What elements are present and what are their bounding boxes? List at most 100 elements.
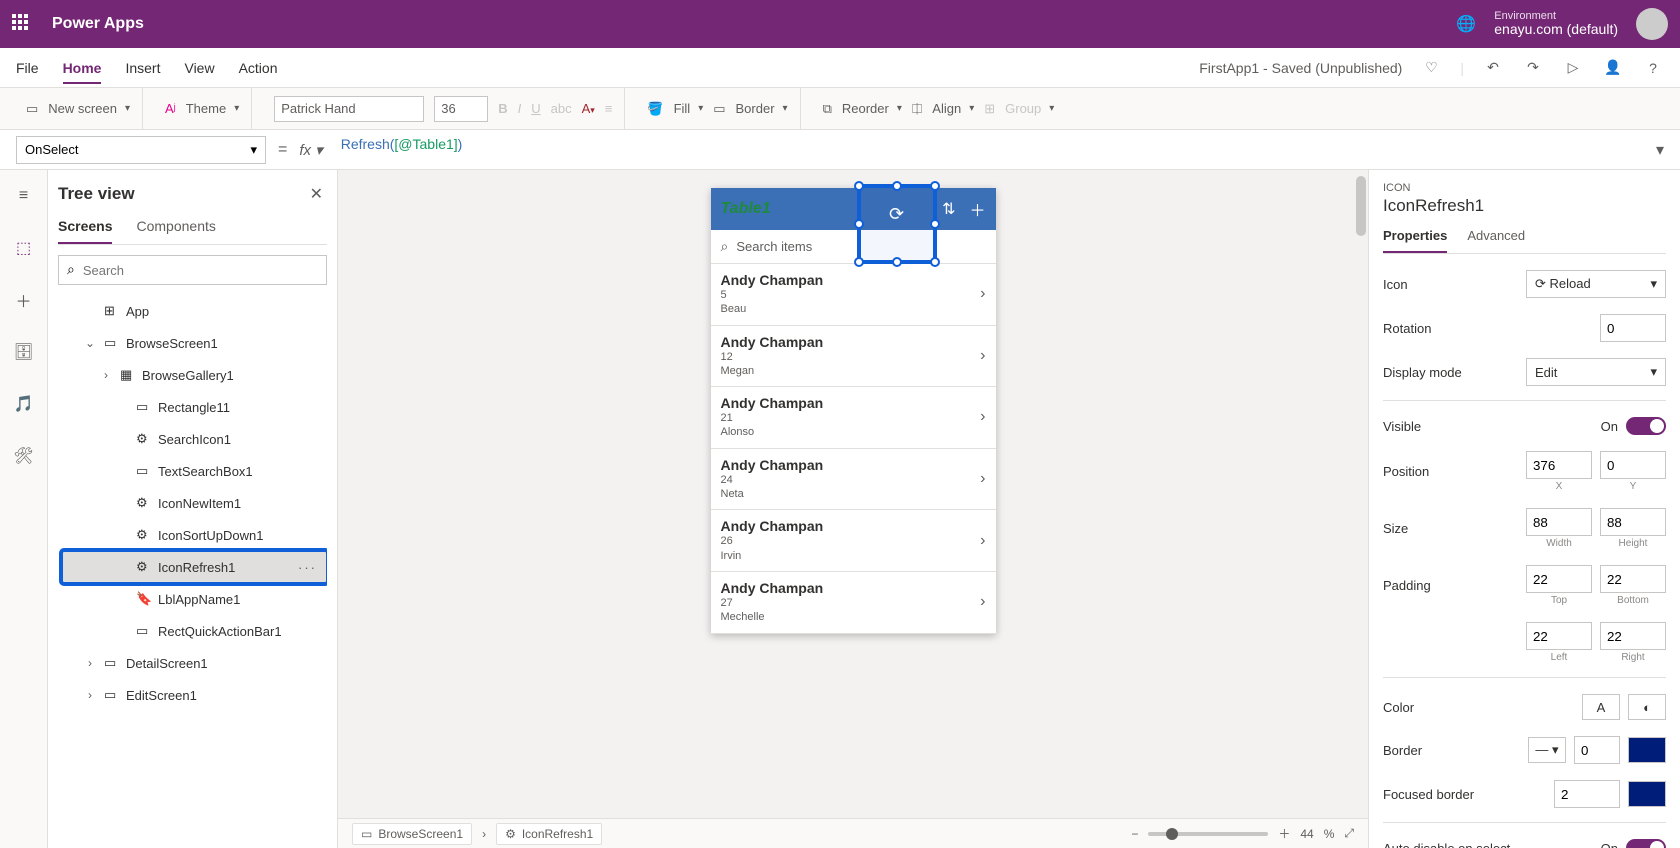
props-tab-properties[interactable]: Properties [1383,228,1447,253]
chevron-right-icon[interactable]: › [980,408,985,426]
menu-view[interactable]: View [184,60,214,76]
tree-item-more-icon[interactable]: ··· [298,560,317,575]
undo-icon[interactable]: ↶ [1482,57,1504,79]
fill-button[interactable]: Fill [674,101,704,116]
prop-pos-x[interactable] [1526,451,1592,479]
prop-border-color[interactable] [1628,737,1666,763]
breadcrumb-control[interactable]: ⚙ IconRefresh1 [496,823,602,845]
tree-item[interactable]: ⚙SearchIcon1 [62,423,327,455]
italic-button[interactable]: I [518,101,522,116]
tree-item[interactable]: ⚙IconRefresh1··· [62,551,327,583]
header-sort-icon[interactable]: ⇅ [942,199,955,219]
align-button[interactable]: Align [932,101,974,116]
prop-size-h[interactable] [1600,508,1666,536]
font-size-input[interactable] [434,96,488,122]
gallery-item[interactable]: Andy Champan5Beau› [711,264,996,326]
prop-pad-bottom[interactable] [1600,565,1666,593]
chevron-right-icon[interactable]: › [980,347,985,365]
expand-closed-icon[interactable]: › [98,367,114,383]
tree-item[interactable]: ⚙IconSortUpDown1 [62,519,327,551]
tree-item[interactable]: ›▭DetailScreen1 [62,647,327,679]
chevron-right-icon[interactable]: › [980,470,985,488]
tree-item[interactable]: ▭TextSearchBox1 [62,455,327,487]
rail-insert-icon[interactable]: ＋ [12,288,36,312]
chevron-right-icon[interactable]: › [980,593,985,611]
fx-icon[interactable]: fx ▾ [299,141,322,159]
gallery-item[interactable]: Andy Champan24Neta› [711,449,996,511]
prop-display-select[interactable]: Edit▾ [1526,358,1666,386]
environment-name[interactable]: enayu.com (default) [1494,22,1618,37]
refresh-icon[interactable]: ⟳ [889,204,904,225]
prop-icon-select[interactable]: ⟳ Reload▾ [1526,270,1666,298]
gallery-item[interactable]: Andy Champan21Alonso› [711,387,996,449]
menu-insert[interactable]: Insert [125,60,160,76]
fit-icon[interactable]: ⤢ [1344,826,1354,841]
prop-pad-right[interactable] [1600,622,1666,650]
tree-tab-screens[interactable]: Screens [58,218,112,244]
app-checker-icon[interactable]: ♡ [1420,57,1442,79]
tree-item[interactable]: ▭Rectangle11 [62,391,327,423]
zoom-in-icon[interactable]: ＋ [1278,825,1290,842]
border-button[interactable]: Border [736,101,788,116]
prop-pos-y[interactable] [1600,451,1666,479]
selection-handles[interactable]: ⟳ [857,184,937,264]
property-dropdown[interactable]: OnSelect ▾ [16,136,266,164]
formula-input[interactable]: Refresh([@Table1]) [341,136,1644,164]
rail-tools-icon[interactable]: 🛠 [12,444,36,468]
tree-item[interactable]: 🔖LblAppName1 [62,583,327,615]
help-icon[interactable]: ? [1642,57,1664,79]
tree-item[interactable]: ⊞App [62,295,327,327]
tree-item[interactable]: ▭RectQuickActionBar1 [62,615,327,647]
menu-file[interactable]: File [16,60,39,76]
rail-hamburger-icon[interactable]: ≡ [12,184,36,208]
props-tab-advanced[interactable]: Advanced [1467,228,1525,253]
gallery-item[interactable]: Andy Champan26Irvin› [711,510,996,572]
text-align-button[interactable]: ≡ [605,101,613,116]
font-color-button[interactable]: A▾ [582,101,595,116]
prop-rotation-input[interactable] [1600,314,1666,342]
prop-focused-color[interactable] [1628,781,1666,807]
prop-color-picker[interactable]: ◐ [1628,694,1666,720]
play-icon[interactable]: ▷ [1562,57,1584,79]
prop-pad-left[interactable] [1526,622,1592,650]
rail-treeview-icon[interactable]: ⬚ [12,236,36,260]
gallery-item[interactable]: Andy Champan12Megan› [711,326,996,388]
user-avatar[interactable] [1636,8,1668,40]
tree-item[interactable]: ⚙IconNewItem1 [62,487,327,519]
theme-button[interactable]: Theme [186,101,240,116]
prop-border-style[interactable]: — ▾ [1528,737,1566,763]
group-button[interactable]: Group [1005,101,1054,116]
underline-button[interactable]: U [531,101,540,116]
rail-media-icon[interactable]: 🎵 [12,392,36,416]
canvas[interactable]: ⟳ Table1 ⇅ ＋ Search items Andy Champan5B… [338,170,1368,848]
tree-tab-components[interactable]: Components [136,218,215,244]
zoom-slider[interactable] [1148,832,1268,836]
font-name-input[interactable] [274,96,424,122]
tree-item[interactable]: ⌄▭BrowseScreen1 [62,327,327,359]
header-add-icon[interactable]: ＋ [969,197,985,221]
gallery-item[interactable]: Andy Champan27Mechelle› [711,572,996,634]
redo-icon[interactable]: ↷ [1522,57,1544,79]
zoom-out-icon[interactable]: − [1131,827,1138,841]
reorder-button[interactable]: Reorder [842,101,902,116]
breadcrumb-screen[interactable]: ▭ BrowseScreen1 [352,823,472,845]
new-screen-button[interactable]: New screen [48,101,130,116]
strike-button[interactable]: abc [551,101,572,116]
share-icon[interactable]: 👤 [1602,57,1624,79]
formula-expand-icon[interactable]: ▾ [1656,140,1664,160]
expand-closed-icon[interactable]: › [82,687,98,703]
menu-home[interactable]: Home [63,60,102,84]
prop-autodisable-toggle[interactable] [1626,839,1666,848]
rail-data-icon[interactable]: 🗄 [12,340,36,364]
prop-focused-width[interactable] [1554,780,1620,808]
canvas-scrollbar[interactable] [1354,170,1368,818]
tree-item[interactable]: ›▭EditScreen1 [62,679,327,711]
app-launcher-icon[interactable] [12,14,32,34]
tree-search-input[interactable] [83,263,318,278]
prop-pad-top[interactable] [1526,565,1592,593]
app-search-row[interactable]: Search items [711,230,996,264]
prop-border-width[interactable] [1574,736,1620,764]
bold-button[interactable]: B [498,101,507,116]
prop-visible-toggle[interactable] [1626,417,1666,435]
prop-color-text[interactable]: A [1582,694,1620,720]
